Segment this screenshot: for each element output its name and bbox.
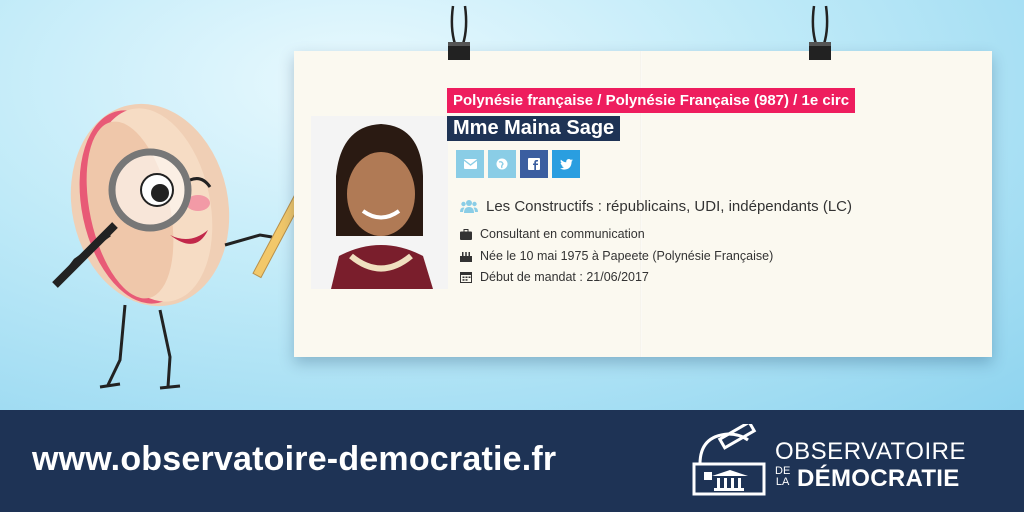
observatory-logo-icon	[692, 424, 766, 496]
profession-row: Consultant en communication	[460, 225, 645, 243]
mandate-row: Début de mandat : 21/06/2017	[460, 268, 649, 286]
logo-text-observatoire: OBSERVATOIRE	[775, 438, 966, 465]
deputy-name: Mme Maina Sage	[447, 116, 621, 141]
political-group-label: Les Constructifs : républicains, UDI, in…	[486, 197, 853, 215]
circonscription-label: Polynésie française / Polynésie Français…	[447, 88, 856, 113]
twitter-button[interactable]	[552, 150, 580, 178]
binder-clip-icon	[809, 5, 831, 60]
email-button[interactable]	[456, 150, 484, 178]
facebook-icon	[528, 158, 540, 170]
calendar-icon	[460, 271, 474, 283]
globe-icon	[496, 158, 508, 170]
website-button[interactable]	[488, 150, 516, 178]
facebook-button[interactable]	[520, 150, 548, 178]
website-url-link[interactable]: www.observatoire-democratie.fr	[32, 440, 556, 479]
birth-row: Née le 10 mai 1975 à Papeete (Polynésie …	[460, 247, 773, 265]
users-icon	[460, 199, 478, 213]
mandate-start-label: Début de mandat : 21/06/2017	[480, 270, 649, 284]
birth-label: Née le 10 mai 1975 à Papeete (Polynésie …	[480, 249, 774, 263]
birthday-cake-icon	[460, 250, 474, 262]
twitter-icon	[559, 158, 573, 170]
logo-text-de-la: DE LA	[775, 465, 791, 488]
macaron-mascot-illustration	[52, 103, 337, 390]
envelope-icon	[463, 159, 477, 169]
briefcase-icon	[460, 228, 474, 240]
binder-clip-icon	[448, 5, 470, 60]
profession-label: Consultant en communication	[480, 227, 645, 241]
logo-text-democratie: DÉMOCRATIE	[797, 465, 960, 492]
political-group: Les Constructifs : républicains, UDI, in…	[460, 196, 852, 216]
deputy-portrait	[311, 116, 448, 289]
